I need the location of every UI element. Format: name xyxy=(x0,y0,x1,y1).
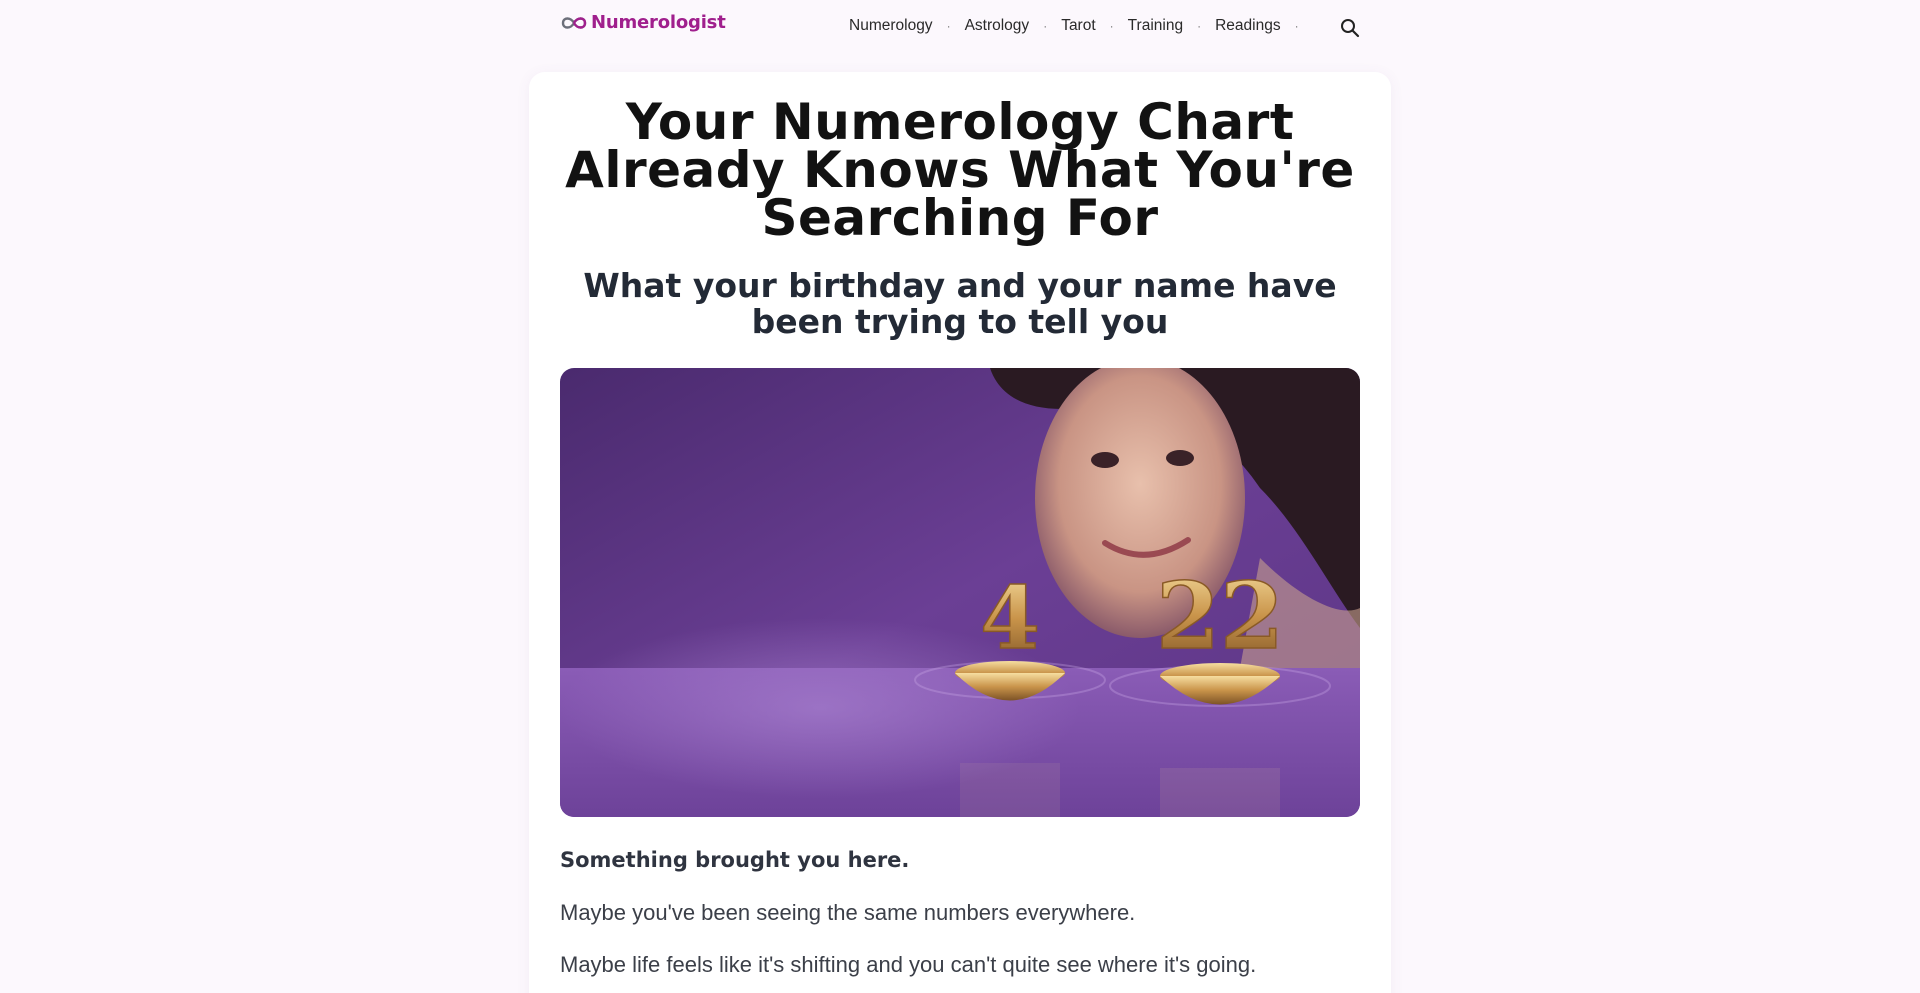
infinity-logo-icon xyxy=(561,16,587,29)
body-paragraph: Maybe life feels like it's shifting and … xyxy=(560,952,1257,977)
nav-separator: · xyxy=(1294,19,1299,33)
nav-separator: · xyxy=(1197,19,1202,33)
hero-number-4: 4 xyxy=(980,568,1040,669)
numerologist-logo[interactable]: Numerologist xyxy=(559,12,726,33)
article-title: Your Numerology Chart Already Knows What… xyxy=(565,93,1355,247)
search-button[interactable] xyxy=(1340,18,1360,38)
nav-item-readings[interactable]: Readings xyxy=(1215,17,1281,35)
nav-item-tarot[interactable]: Tarot xyxy=(1061,17,1095,35)
main-menu: Numerology · Astrology · Tarot · Trainin… xyxy=(849,17,1313,35)
article-card: Your Numerology Chart Already Knows What… xyxy=(529,72,1391,993)
lead-paragraph: Something brought you here. xyxy=(560,848,910,872)
nav-item-astrology[interactable]: Astrology xyxy=(965,17,1030,35)
nav-item-numerology[interactable]: Numerology xyxy=(849,17,933,35)
logo-text: Numerologist xyxy=(591,12,726,33)
nav-separator: · xyxy=(1109,19,1114,33)
nav-separator: · xyxy=(1043,19,1048,33)
hero-number-22: 22 xyxy=(1156,562,1284,670)
article-subtitle: What your birthday and your name have be… xyxy=(583,266,1337,341)
nav-item-training[interactable]: Training xyxy=(1128,17,1183,35)
hero-illustration: 4 22 xyxy=(560,368,1360,817)
top-navigation: Numerologist Numerology · Astrology · Ta… xyxy=(0,0,1920,56)
body-paragraph: Maybe you've been seeing the same number… xyxy=(560,900,1136,925)
nav-separator: · xyxy=(946,19,951,33)
search-icon xyxy=(1341,19,1360,38)
hero-image: 4 22 xyxy=(560,368,1360,817)
